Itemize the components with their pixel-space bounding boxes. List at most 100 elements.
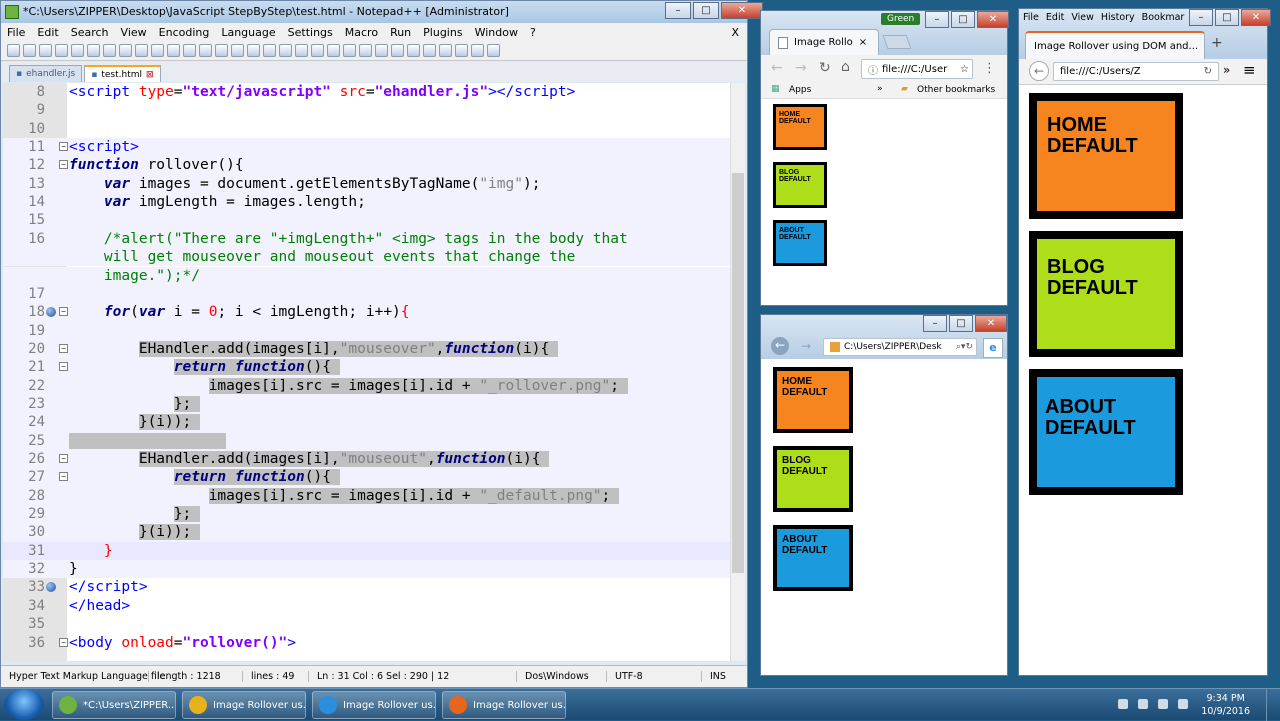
hamburger-menu-icon[interactable]: ≡ (1243, 61, 1256, 79)
bookmarks-more[interactable]: » (877, 84, 883, 94)
sync-h-icon[interactable] (279, 44, 292, 57)
redo-icon[interactable] (183, 44, 196, 57)
tab-image-rollover[interactable]: Image Rollover using DOM and... × (1025, 31, 1205, 59)
code-line[interactable]: 19 (3, 321, 730, 340)
minimize-button[interactable]: – (923, 315, 947, 332)
blog-rollover-image[interactable]: BLOG DEFAULT (773, 446, 853, 512)
about-rollover-image[interactable]: ABOUT DEFAULT (773, 525, 853, 591)
code-line[interactable]: 27 − return function(){ (3, 468, 730, 487)
tab-image-rollover[interactable]: Image Rollo × (769, 29, 879, 55)
menu-item[interactable]: Edit (37, 26, 58, 39)
save-icon[interactable] (39, 44, 52, 57)
close-tab-icon[interactable]: × (859, 37, 867, 48)
profile-badge[interactable]: Green (881, 13, 921, 25)
reload-icon[interactable]: ↻ (819, 60, 831, 76)
code-line[interactable]: 16 /*alert("There are "+imgLength+" <img… (3, 229, 730, 249)
close-document-icon[interactable]: X (731, 26, 739, 39)
search-icon[interactable]: ⌕▾↻ (956, 342, 973, 352)
code-line[interactable]: 23 }; (3, 394, 730, 414)
code-line[interactable]: 18 − for(var i = 0; i < imgLength; i++){ (3, 303, 730, 322)
start-button[interactable] (4, 689, 44, 720)
menu-item[interactable]: Run (390, 26, 411, 39)
monitor-icon[interactable] (407, 44, 420, 57)
address-bar[interactable]: file:///C:/Users/Z ↻ (1053, 62, 1219, 81)
menu-item[interactable]: Edit (1046, 12, 1064, 23)
fold-toggle-icon[interactable]: − (59, 637, 68, 647)
new-tab-button[interactable] (882, 35, 912, 49)
menu-item[interactable]: File (1023, 12, 1039, 23)
menu-item[interactable]: Search (71, 26, 109, 39)
volume-icon[interactable] (1178, 699, 1188, 709)
menu-item[interactable]: Window (475, 26, 518, 39)
open-file-icon[interactable] (23, 44, 36, 57)
maximize-button[interactable]: □ (951, 11, 975, 28)
cut-icon[interactable] (119, 44, 132, 57)
close-all-icon[interactable] (87, 44, 100, 57)
minimize-button[interactable]: – (925, 11, 949, 28)
bookmark-icon[interactable] (46, 307, 56, 318)
minimize-button[interactable]: – (1189, 9, 1213, 26)
code-line[interactable]: 13 var images = document.getElementsByTa… (3, 174, 730, 194)
overflow-chevron[interactable]: » (1223, 63, 1230, 77)
tab-test-html[interactable]: ▪ test.html ⊠ (84, 65, 161, 83)
copy-icon[interactable] (135, 44, 148, 57)
address-bar[interactable]: C:\Users\ZIPPER\Desk ⌕▾↻ (823, 338, 977, 356)
blog-rollover-image[interactable]: BLOG DEFAULT (773, 162, 827, 208)
menu-item[interactable]: Bookmar (1142, 12, 1185, 23)
save-macro-icon[interactable] (487, 44, 500, 57)
menu-item[interactable]: Plugins (423, 26, 462, 39)
code-line[interactable]: 21 − return function(){ (3, 358, 730, 377)
code-line[interactable]: 20 − EHandler.add(images[i],"mouseover",f… (3, 339, 730, 359)
find-icon[interactable] (199, 44, 212, 57)
code-line[interactable]: image.");*/ (3, 266, 730, 285)
close-button[interactable]: ✕ (975, 315, 1007, 332)
code-line[interactable]: 30 }(i)); (3, 523, 730, 542)
address-bar[interactable]: ⓘ file:///C:/User ☆ (861, 59, 973, 79)
function-list-icon[interactable] (375, 44, 388, 57)
close-button[interactable]: ✕ (1241, 9, 1271, 26)
menu-item[interactable]: View (1071, 12, 1094, 23)
ie-tab-icon[interactable]: e (983, 338, 1003, 358)
print-icon[interactable] (103, 44, 116, 57)
tab-ehandler-js[interactable]: ▪ ehandler.js (9, 65, 83, 82)
stop-macro-icon[interactable] (439, 44, 452, 57)
forward-icon[interactable]: → (795, 60, 807, 76)
code-line[interactable]: 31 } (3, 541, 730, 561)
close-tab-icon[interactable]: ⊠ (146, 67, 154, 83)
code-line[interactable]: 35 (3, 615, 730, 633)
maximize-button[interactable]: □ (949, 315, 973, 332)
code-line[interactable]: 34 </head> (3, 597, 730, 615)
close-button[interactable]: ✕ (977, 11, 1009, 28)
fold-toggle-icon[interactable]: − (59, 142, 68, 152)
record-macro-icon[interactable] (423, 44, 436, 57)
menu-item[interactable]: Macro (345, 26, 378, 39)
star-icon[interactable]: ☆ (960, 64, 969, 75)
home-rollover-image[interactable]: HOME DEFAULT (1029, 93, 1183, 219)
all-chars-icon[interactable] (311, 44, 324, 57)
menu-item[interactable]: Settings (288, 26, 333, 39)
back-icon[interactable]: ← (1029, 61, 1049, 81)
menu-item[interactable]: Encoding (159, 26, 210, 39)
code-line[interactable]: 28 images[i].src = images[i].id + "_defa… (3, 486, 730, 506)
code-line[interactable]: 15 (3, 211, 730, 230)
code-line[interactable]: 8 <script type="text/javascript" src="eha… (3, 83, 730, 101)
bookmark-apps[interactable]: Apps (789, 85, 811, 95)
folder-workspace-icon[interactable] (391, 44, 404, 57)
show-desktop-button[interactable] (1266, 689, 1280, 721)
zoom-in-icon[interactable] (231, 44, 244, 57)
about-rollover-image[interactable]: ABOUT DEFAULT (773, 220, 827, 266)
maximize-button[interactable]: □ (1215, 9, 1239, 26)
code-line[interactable]: will get mouseover and mouseout events t… (3, 248, 730, 267)
home-rollover-image[interactable]: HOME DEFAULT (773, 104, 827, 150)
code-line[interactable]: 12 − function rollover(){ (3, 156, 730, 175)
bookmark-other[interactable]: Other bookmarks (917, 85, 995, 95)
forward-icon[interactable]: → (801, 339, 811, 353)
close-tab-icon[interactable]: × (1204, 41, 1205, 52)
taskbar-item[interactable]: *C:\Users\ZIPPER... (52, 691, 176, 719)
code-line[interactable]: 33 </script> (3, 578, 730, 596)
code-editor[interactable]: 8 <script type="text/javascript" src="eha… (3, 83, 730, 661)
close-icon[interactable] (71, 44, 84, 57)
doc-map-icon[interactable] (359, 44, 372, 57)
fold-toggle-icon[interactable]: − (59, 343, 68, 353)
code-line[interactable]: 29 }; (3, 505, 730, 524)
